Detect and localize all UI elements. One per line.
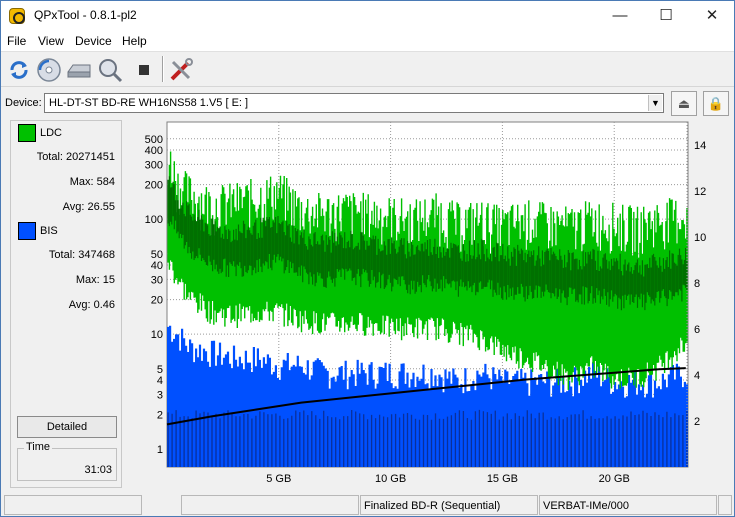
device-row: Device: HL-DT-ST BD-RE WH16NS58 1.V5 [ E… [1, 88, 734, 118]
time-value: 31:03 [84, 464, 112, 476]
y-right-tick-label: 6 [694, 324, 700, 336]
window-title: QPxTool - 0.8.1-pl2 [34, 8, 137, 22]
error-rate-chart: 5004003002001005040302010543211412108642… [145, 121, 706, 485]
lock-button[interactable]: 🔒 [703, 91, 729, 116]
status-panel-1 [4, 495, 142, 515]
y-left-tick-label: 1 [157, 444, 163, 456]
minimize-button[interactable]: — [597, 1, 643, 31]
drive-icon[interactable] [65, 56, 93, 84]
y-right-tick-label: 8 [694, 278, 700, 290]
y-right-tick-label: 4 [694, 370, 700, 382]
y-left-tick-label: 2 [157, 410, 163, 422]
y-right-tick-label: 14 [694, 140, 706, 152]
toolbar [1, 52, 734, 87]
status-panel-2 [181, 495, 359, 515]
y-left-tick-label: 40 [151, 260, 163, 272]
stop-icon[interactable] [130, 56, 158, 84]
menu-device[interactable]: Device [75, 34, 112, 48]
y-left-tick-label: 4 [157, 375, 163, 387]
y-right-tick-label: 10 [694, 232, 706, 244]
bis-max: Max: 15 [75, 274, 115, 286]
stats-panel: LDC Total: 20271451 Max: 584 Avg: 26.55 … [10, 120, 122, 488]
qpxtool-app-icon [9, 8, 25, 24]
bis-total: Total: 347468 [48, 249, 115, 261]
maximize-button[interactable]: ☐ [643, 1, 689, 31]
time-label: Time [24, 441, 53, 453]
ldc-legend-label: LDC [40, 127, 63, 139]
ldc-avg: Avg: 26.55 [62, 201, 115, 213]
time-group: Time 31:03 [17, 441, 117, 481]
y-left-tick-label: 20 [151, 295, 163, 307]
status-disc-type: Finalized BD-R (Sequential) [360, 495, 538, 515]
bis-legend-label: BIS [40, 225, 58, 237]
status-media-id: VERBAT-IMe/000 [539, 495, 717, 515]
y-left-tick-label: 3 [157, 389, 163, 401]
y-left-tick-label: 300 [145, 159, 163, 171]
y-right-tick-label: 12 [694, 186, 706, 198]
ldc-total: Total: 20271451 [36, 151, 115, 163]
menu-file[interactable]: File [7, 34, 26, 48]
chevron-down-icon[interactable]: ▼ [648, 95, 662, 111]
y-left-tick-label: 200 [145, 180, 163, 192]
eject-button[interactable]: ⏏ [671, 91, 697, 116]
ldc-max: Max: 584 [69, 176, 115, 188]
menu-bar: File View Device Help [1, 31, 734, 52]
title-bar: QPxTool - 0.8.1-pl2 — ☐ ✕ [1, 1, 734, 31]
disc-scan-icon[interactable] [35, 56, 63, 84]
app-window: QPxTool - 0.8.1-pl2 — ☐ ✕ File View Devi… [0, 0, 735, 517]
status-panel-5 [718, 495, 732, 515]
close-button[interactable]: ✕ [689, 1, 735, 31]
y-right-tick-label: 2 [694, 416, 700, 428]
y-left-tick-label: 100 [145, 214, 163, 226]
x-tick-label: 15 GB [487, 473, 518, 485]
x-tick-label: 10 GB [375, 473, 406, 485]
device-select[interactable]: HL-DT-ST BD-RE WH16NS58 1.V5 [ E: ] ▼ [44, 93, 664, 113]
x-tick-label: 5 GB [266, 473, 291, 485]
detailed-button[interactable]: Detailed [17, 416, 117, 438]
tools-icon[interactable] [167, 56, 195, 84]
refresh-icon[interactable] [5, 56, 33, 84]
y-left-tick-label: 400 [145, 145, 163, 157]
menu-view[interactable]: View [38, 34, 64, 48]
device-label: Device: [5, 97, 42, 109]
device-select-value: HL-DT-ST BD-RE WH16NS58 1.V5 [ E: ] [49, 97, 249, 109]
status-bar: Finalized BD-R (Sequential) VERBAT-IMe/0… [1, 494, 734, 516]
bis-avg: Avg: 0.46 [68, 299, 115, 311]
magnifier-disc-icon[interactable] [96, 56, 124, 84]
y-left-tick-label: 30 [151, 274, 163, 286]
y-left-tick-label: 10 [151, 329, 163, 341]
bis-legend-swatch [18, 222, 36, 240]
menu-help[interactable]: Help [122, 34, 147, 48]
ldc-legend-swatch [18, 124, 36, 142]
toolbar-separator [162, 56, 164, 82]
x-tick-label: 20 GB [599, 473, 630, 485]
